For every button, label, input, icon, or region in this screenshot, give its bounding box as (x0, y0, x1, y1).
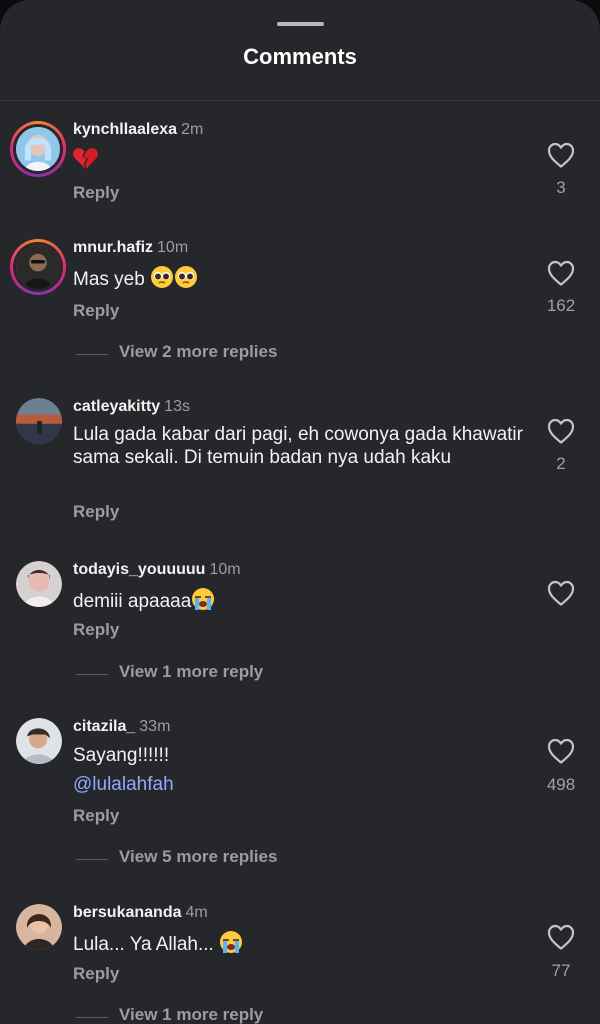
comment-text: Sayang!!!!!! @lulalahfah (73, 744, 533, 796)
avatar[interactable] (16, 904, 62, 950)
username[interactable]: citazila_ (73, 718, 135, 735)
username[interactable]: bersukananda (73, 904, 181, 921)
comment-text-content: Mas yeb (73, 269, 145, 290)
comment-text-content: Sayang!!!!!! (73, 745, 170, 766)
reply-button[interactable]: Reply (73, 620, 119, 640)
comment-time: 4m (185, 904, 208, 921)
like-count: 3 (556, 178, 566, 197)
heart-icon (547, 260, 575, 286)
comment-meta: todayis_youuuuu 10m (73, 561, 241, 579)
avatar[interactable] (16, 561, 62, 607)
comment-text (73, 147, 533, 176)
pleading-face-icon (174, 265, 198, 289)
comment-time: 2m (181, 121, 204, 138)
avatar[interactable] (16, 398, 62, 444)
like-count: 162 (546, 296, 576, 315)
broken-heart-icon (73, 147, 98, 170)
heart-icon (547, 580, 575, 606)
heart-icon (547, 142, 575, 168)
comment-meta: kynchllaalexa 2m (73, 121, 203, 139)
heart-icon (547, 924, 575, 950)
comment-text: Lula... Ya Allah... (73, 930, 533, 956)
view-more-line (76, 354, 108, 355)
pleading-face-icon (150, 265, 174, 289)
comment-time: 33m (139, 718, 171, 735)
comment-text-content: demiii apaaaa (73, 591, 192, 612)
comment-meta: citazila_ 33m (73, 718, 170, 736)
avatar[interactable] (10, 239, 66, 295)
heart-icon (547, 418, 575, 444)
loudly-crying-face-icon (191, 587, 215, 611)
reply-button[interactable]: Reply (73, 183, 119, 203)
like-button[interactable] (546, 141, 576, 169)
mention-link[interactable]: @lulalahfah (73, 773, 533, 796)
drag-handle[interactable] (277, 22, 324, 26)
header-divider (0, 100, 600, 101)
view-more-label[interactable]: View 1 more reply (119, 1005, 263, 1024)
comment-text-content: Lula... Ya Allah... (73, 934, 214, 955)
username[interactable]: catleyakitty (73, 398, 160, 415)
comment-text: Lula gada kabar dari pagi, eh cowonya ga… (73, 424, 523, 468)
comment-time: 10m (209, 561, 241, 578)
reply-button[interactable]: Reply (73, 301, 119, 321)
reply-button[interactable]: Reply (73, 806, 119, 826)
like-count: 2 (556, 454, 566, 473)
view-more-label[interactable]: View 5 more replies (119, 847, 277, 867)
username[interactable]: mnur.hafiz (73, 239, 153, 256)
like-count: 498 (546, 775, 576, 794)
username[interactable]: kynchllaalexa (73, 121, 177, 138)
view-more-label[interactable]: View 2 more replies (119, 342, 277, 362)
avatar[interactable] (16, 718, 62, 764)
comment-text: demiii apaaaa (73, 587, 533, 613)
username[interactable]: todayis_youuuuu (73, 561, 205, 578)
reply-button[interactable]: Reply (73, 964, 119, 984)
like-button[interactable] (546, 923, 576, 951)
like-button[interactable] (546, 417, 576, 445)
view-more-line (76, 859, 108, 860)
reply-button[interactable]: Reply (73, 502, 119, 522)
comment-meta: mnur.hafiz 10m (73, 239, 188, 257)
like-count: 77 (551, 961, 571, 980)
sheet-title: Comments (243, 44, 357, 69)
view-more-label[interactable]: View 1 more reply (119, 662, 263, 682)
comments-sheet: Comments kynchllaalexa 2m Reply 3 mnur.h… (0, 0, 600, 1024)
avatar[interactable] (10, 121, 66, 177)
comment-time: 10m (157, 239, 189, 256)
like-button[interactable] (546, 259, 576, 287)
comment-time: 13s (164, 398, 190, 415)
view-more-line (76, 674, 108, 675)
comment-meta: bersukananda 4m (73, 904, 208, 922)
like-button[interactable] (546, 737, 576, 765)
heart-icon (547, 738, 575, 764)
comment-text: Mas yeb (73, 265, 533, 291)
view-more-line (76, 1017, 108, 1018)
comment-meta: catleyakitty 13s (73, 398, 190, 416)
loudly-crying-face-icon (219, 930, 243, 954)
like-button[interactable] (546, 579, 576, 607)
